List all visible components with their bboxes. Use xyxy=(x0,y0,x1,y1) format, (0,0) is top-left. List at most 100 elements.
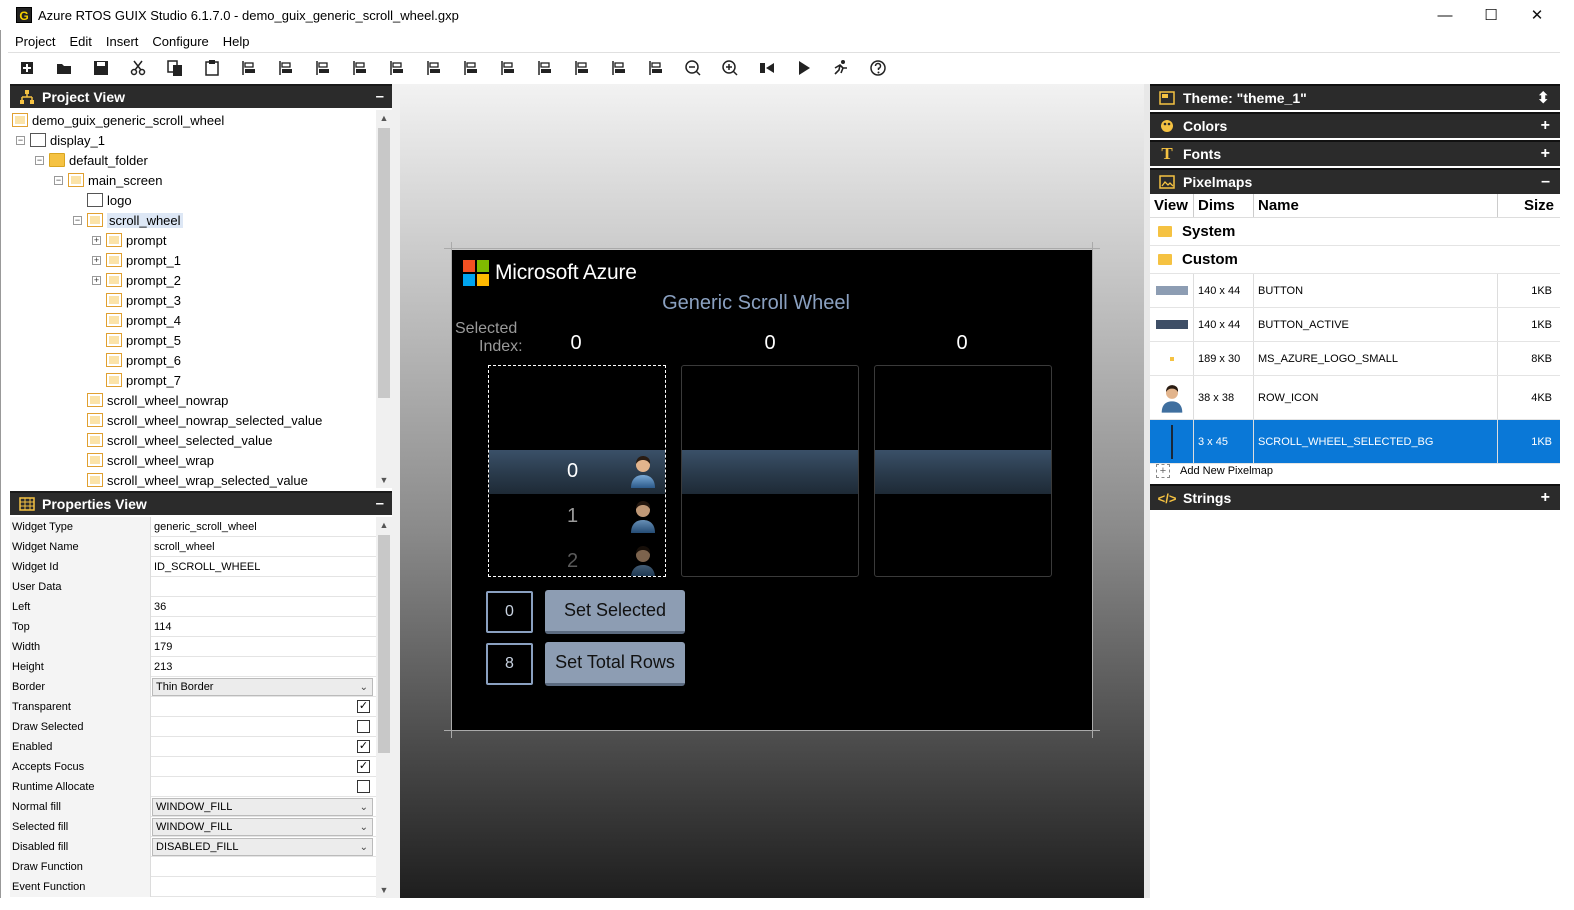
tree-item-scroll-wheel[interactable]: − scroll_wheel xyxy=(73,210,183,230)
pixelmap-folder-custom[interactable]: Custom xyxy=(1150,246,1560,274)
prop-checkbox[interactable] xyxy=(357,779,370,793)
properties-scrollbar[interactable]: ▲ ▼ xyxy=(376,517,392,898)
collapse-icon[interactable]: − xyxy=(35,155,44,165)
scroll-down-arrow-icon[interactable]: ▼ xyxy=(376,882,392,898)
menu-insert[interactable]: Insert xyxy=(99,34,146,49)
prop-value[interactable]: 114 xyxy=(151,617,376,637)
scroll-thumb[interactable] xyxy=(378,128,390,398)
pixelmap-row[interactable]: 3 x 45 SCROLL_WHEEL_SELECTED_BG 1KB xyxy=(1150,420,1560,464)
prop-value[interactable] xyxy=(151,857,376,877)
tree-item-prompt[interactable]: + prompt xyxy=(92,230,166,250)
tree-item-main-screen[interactable]: − main_screen xyxy=(54,170,162,190)
col-view[interactable]: View xyxy=(1150,194,1194,217)
tree-item-display-1[interactable]: − display_1 xyxy=(16,130,105,150)
pixelmap-row[interactable]: 38 x 38 ROW_ICON 4KB xyxy=(1150,376,1560,420)
pixelmaps-header[interactable]: Pixelmaps – xyxy=(1150,168,1560,194)
move-to-front-icon[interactable] xyxy=(563,55,600,81)
center-vertical-icon[interactable] xyxy=(378,55,415,81)
prop-dropdown[interactable]: WINDOW_FILL ⌄ xyxy=(152,817,373,836)
strings-header[interactable]: </> Strings + xyxy=(1150,484,1560,510)
pixelmap-folder-system[interactable]: System xyxy=(1150,218,1560,246)
design-canvas[interactable]: Microsoft Azure Generic Scroll Wheel Sel… xyxy=(400,84,1144,898)
col-size[interactable]: Size xyxy=(1498,194,1560,217)
expand-icon[interactable]: + xyxy=(92,255,101,265)
prop-checkbox[interactable]: ✓ xyxy=(357,759,370,773)
align-bottom-icon[interactable] xyxy=(341,55,378,81)
scroll-thumb[interactable] xyxy=(378,535,390,753)
prop-value[interactable]: 36 xyxy=(151,597,376,617)
tree-item-scroll-wheel-wrap[interactable]: scroll_wheel_wrap xyxy=(73,450,214,470)
properties-view-collapse-button[interactable]: – xyxy=(376,495,384,512)
collapse-icon[interactable]: − xyxy=(16,135,25,145)
tree-item-scroll-wheel-selected-value[interactable]: scroll_wheel_selected_value xyxy=(73,430,273,450)
strings-expand-button[interactable]: + xyxy=(1541,489,1550,507)
align-left-icon[interactable] xyxy=(230,55,267,81)
paste-icon[interactable] xyxy=(193,55,230,81)
cut-icon[interactable] xyxy=(119,55,156,81)
tree-item-logo[interactable]: logo xyxy=(73,190,132,210)
tree-item-prompt-1[interactable]: + prompt_1 xyxy=(92,250,181,270)
align-right-icon[interactable] xyxy=(267,55,304,81)
tree-item-default-folder[interactable]: − default_folder xyxy=(35,150,148,170)
collapse-icon[interactable]: − xyxy=(54,175,63,185)
project-view-collapse-button[interactable]: – xyxy=(376,88,384,105)
align-top-icon[interactable] xyxy=(304,55,341,81)
playback-icon[interactable] xyxy=(822,55,859,81)
collapse-icon[interactable]: − xyxy=(73,215,82,225)
fonts-header[interactable]: T Fonts + xyxy=(1150,140,1560,166)
prop-value[interactable]: ID_SCROLL_WHEEL xyxy=(151,557,376,577)
tree-item-prompt-6[interactable]: prompt_6 xyxy=(92,350,181,370)
prop-checkbox[interactable]: ✓ xyxy=(357,699,370,713)
zoom-in-icon[interactable] xyxy=(711,55,748,81)
prop-dropdown[interactable]: Thin Border ⌄ xyxy=(152,677,373,696)
menu-configure[interactable]: Configure xyxy=(145,34,215,49)
pixelmap-row[interactable]: 140 x 44 BUTTON_ACTIVE 1KB xyxy=(1150,308,1560,342)
prop-dropdown[interactable]: DISABLED_FILL ⌄ xyxy=(152,837,373,856)
prop-checkbox[interactable]: ✓ xyxy=(357,739,370,753)
selected-row-value-box[interactable]: 0 xyxy=(486,591,533,633)
tree-item-scroll-wheel-nowrap[interactable]: scroll_wheel_nowrap xyxy=(73,390,228,410)
main-screen-preview[interactable]: Microsoft Azure Generic Scroll Wheel Sel… xyxy=(452,250,1092,730)
vspace-icon[interactable] xyxy=(526,55,563,81)
tree-item-prompt-3[interactable]: prompt_3 xyxy=(92,290,181,310)
expand-icon[interactable]: + xyxy=(92,275,101,285)
pixelmaps-collapse-button[interactable]: – xyxy=(1541,173,1550,191)
minimize-button[interactable]: — xyxy=(1422,0,1468,30)
close-button[interactable]: ✕ xyxy=(1514,0,1560,30)
prop-value[interactable]: scroll_wheel xyxy=(151,537,376,557)
help-icon[interactable] xyxy=(859,55,896,81)
project-tree-scrollbar[interactable]: ▲ ▼ xyxy=(376,110,392,488)
scroll-wheel-wrap[interactable] xyxy=(874,365,1052,577)
scroll-down-arrow-icon[interactable]: ▼ xyxy=(376,472,392,488)
col-name[interactable]: Name xyxy=(1254,194,1498,217)
fonts-expand-button[interactable]: + xyxy=(1541,145,1550,163)
run-icon[interactable] xyxy=(785,55,822,81)
move-to-back-icon[interactable] xyxy=(600,55,637,81)
prop-checkbox[interactable] xyxy=(357,719,370,733)
colors-expand-button[interactable]: + xyxy=(1541,117,1550,135)
prop-value[interactable]: 179 xyxy=(151,637,376,657)
scroll-wheel-row[interactable]: 0 xyxy=(489,450,665,494)
tree-item-demo-guix-generic-scroll-wheel[interactable]: demo_guix_generic_scroll_wheel xyxy=(12,110,224,130)
col-dims[interactable]: Dims xyxy=(1194,194,1254,217)
scroll-up-arrow-icon[interactable]: ▲ xyxy=(376,517,392,533)
prop-value[interactable] xyxy=(151,877,376,897)
scroll-wheel-row[interactable]: 2 xyxy=(489,540,665,576)
new-project-icon[interactable] xyxy=(8,55,45,81)
prop-dropdown[interactable]: WINDOW_FILL ⌄ xyxy=(152,797,373,816)
tree-item-scroll-wheel-nowrap-selected-value[interactable]: scroll_wheel_nowrap_selected_value xyxy=(73,410,322,430)
equal-height-icon[interactable] xyxy=(489,55,526,81)
set-selected-row-button[interactable]: Set Selected Row xyxy=(545,590,685,660)
scroll-wheel-row[interactable]: 1 xyxy=(489,495,665,539)
scroll-wheel-nowrap[interactable] xyxy=(681,365,859,577)
fit-content-icon[interactable] xyxy=(637,55,674,81)
tree-item-prompt-4[interactable]: prompt_4 xyxy=(92,310,181,330)
left-splitter[interactable] xyxy=(392,84,400,898)
copy-icon[interactable] xyxy=(156,55,193,81)
prop-value[interactable]: generic_scroll_wheel xyxy=(151,517,376,537)
tree-item-prompt-7[interactable]: prompt_7 xyxy=(92,370,181,390)
expand-icon[interactable]: + xyxy=(92,235,101,245)
theme-select-spinner-icon[interactable]: ⬍ xyxy=(1537,88,1550,108)
pixelmap-row[interactable]: 140 x 44 BUTTON 1KB xyxy=(1150,274,1560,308)
menu-project[interactable]: Project xyxy=(8,34,62,49)
